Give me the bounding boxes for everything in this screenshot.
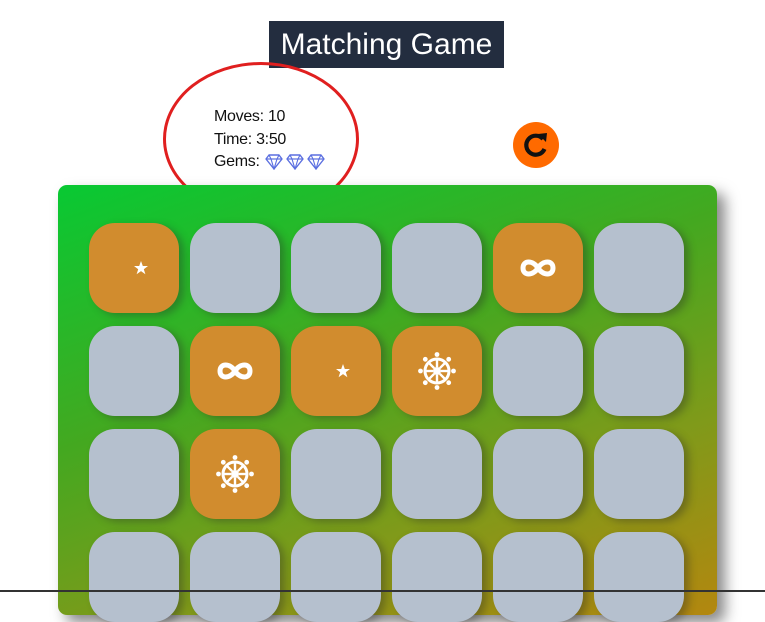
gems-label: Gems: xyxy=(214,153,260,170)
card[interactable] xyxy=(291,532,381,622)
star-and-crescent-icon xyxy=(316,351,356,391)
timer: Time: 3:50 xyxy=(214,129,325,152)
card[interactable] xyxy=(594,532,684,622)
card[interactable] xyxy=(594,223,684,313)
card[interactable] xyxy=(190,326,280,416)
card[interactable] xyxy=(493,429,583,519)
card[interactable] xyxy=(190,223,280,313)
time-label: Time: xyxy=(214,130,252,148)
card[interactable] xyxy=(493,532,583,622)
restart-icon xyxy=(524,133,547,157)
card[interactable] xyxy=(493,223,583,313)
card[interactable] xyxy=(392,223,482,313)
page-title: Matching Game xyxy=(269,21,504,68)
card[interactable] xyxy=(291,429,381,519)
dharmachakra-icon xyxy=(417,351,457,391)
card[interactable] xyxy=(89,223,179,313)
diamond-icon xyxy=(264,154,283,171)
card[interactable] xyxy=(594,429,684,519)
card[interactable] xyxy=(190,532,280,622)
star-and-crescent-icon xyxy=(114,248,154,288)
card[interactable] xyxy=(190,429,280,519)
dharmachakra-icon xyxy=(215,454,255,494)
moves-value: 10 xyxy=(267,108,286,125)
card[interactable] xyxy=(392,429,482,519)
card[interactable] xyxy=(89,429,179,519)
card[interactable] xyxy=(392,326,482,416)
time-value: 3:50 xyxy=(256,130,287,148)
card[interactable] xyxy=(594,326,684,416)
gems-rating: Gems: xyxy=(214,151,325,174)
card[interactable] xyxy=(89,532,179,622)
card[interactable] xyxy=(291,326,381,416)
diamond-icon xyxy=(285,154,304,171)
card[interactable] xyxy=(493,326,583,416)
infinity-icon xyxy=(518,248,558,288)
moves-label: Moves: xyxy=(214,108,264,125)
restart-button[interactable] xyxy=(513,122,559,168)
diamond-icon xyxy=(306,154,325,171)
score-panel: Moves: 10 Time: 3:50 Gems: xyxy=(214,106,325,174)
card[interactable] xyxy=(291,223,381,313)
card[interactable] xyxy=(89,326,179,416)
card-deck xyxy=(58,185,717,622)
card[interactable] xyxy=(392,532,482,622)
infinity-icon xyxy=(215,351,255,391)
moves-counter: Moves: 10 xyxy=(214,106,325,129)
